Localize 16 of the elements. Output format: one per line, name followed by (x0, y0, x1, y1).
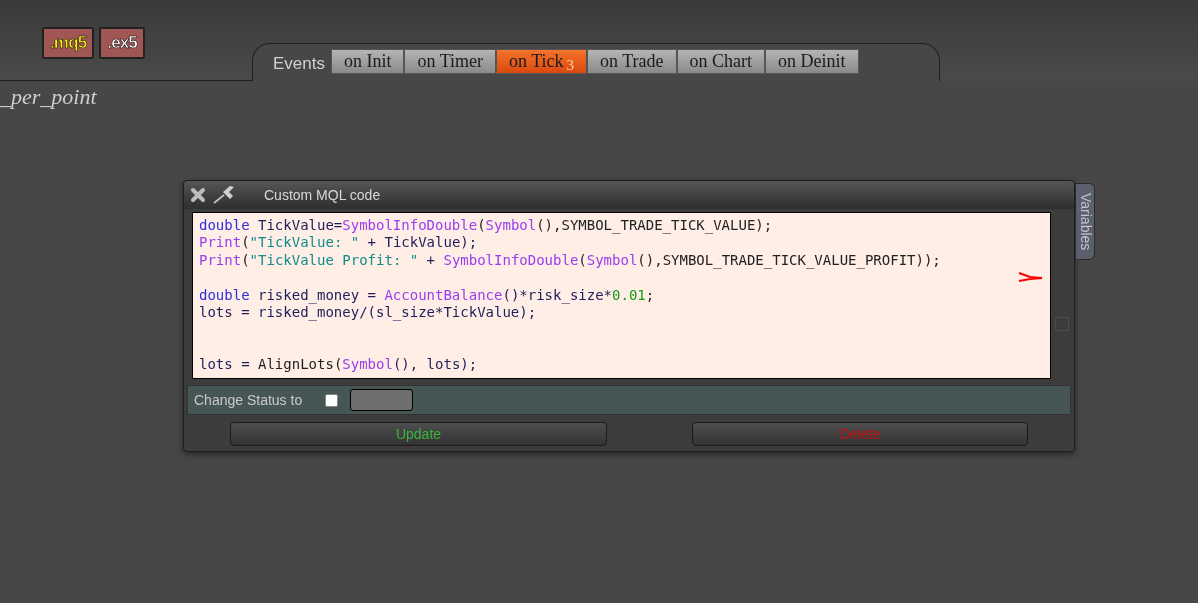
status-checkbox[interactable] (325, 393, 339, 407)
status-label: Change Status to (194, 390, 303, 410)
events-label: Events (273, 53, 325, 75)
file-type-button[interactable]: .ex5 (99, 27, 145, 59)
event-tab[interactable]: on Chart (676, 49, 766, 74)
dialog-title: Custom MQL code (264, 185, 381, 205)
code-editor[interactable]: double TickValue=SymbolInfoDouble(Symbol(),SYMBOL_TRADE_TICK_VALUE); Print("TickValue: " + TickValue); Print("TickValue Profit: " + SymbolInfoDouble(Symbol(),SYMBOL_TRADE_TICK_VALUE_PROFIT)); double risked_money = AccountBalance()*risk_size*0.01; lots = risked_money/(sl_size*TickValue); lots = AlignLots(Symbol(), lots); (192, 212, 1051, 379)
event-tab[interactable]: on Deinit (765, 49, 859, 74)
status-dropdown[interactable] (350, 389, 414, 411)
field-name-text: _per_point (0, 83, 97, 111)
event-tab[interactable]: on Init (331, 49, 405, 74)
close-icon[interactable] (190, 187, 206, 203)
event-tab[interactable]: on Trade (587, 49, 677, 74)
update-button[interactable]: Update (230, 422, 607, 446)
variables-tab[interactable]: Variables (1075, 183, 1095, 260)
event-tab[interactable]: on Timer (404, 49, 496, 74)
